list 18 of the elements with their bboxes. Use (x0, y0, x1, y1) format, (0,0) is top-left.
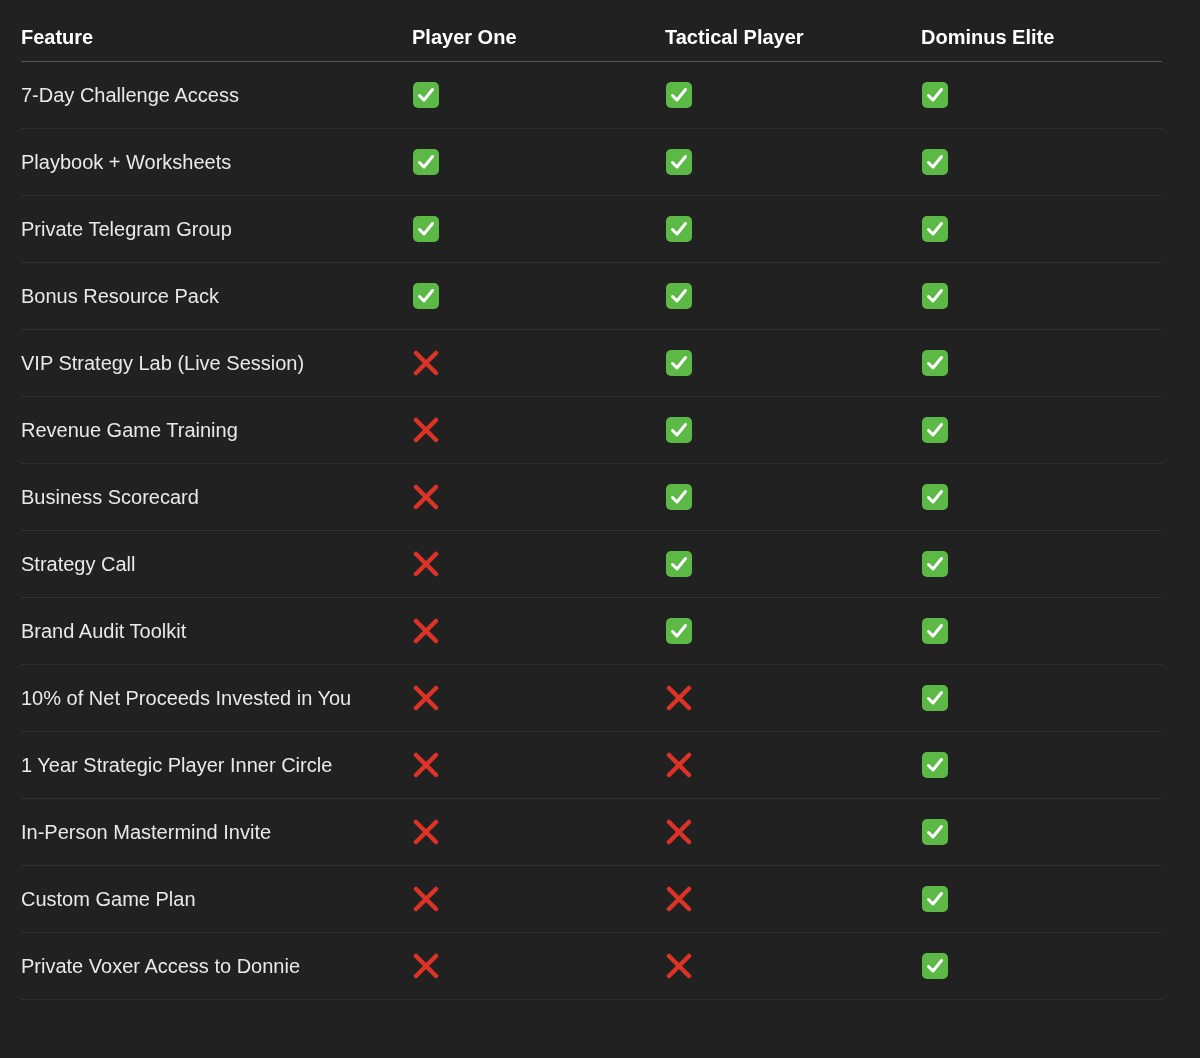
feature-label: 10% of Net Proceeds Invested in You (21, 686, 353, 711)
feature-label: Bonus Resource Pack (21, 284, 220, 309)
feature-label: Revenue Game Training (21, 418, 239, 443)
column-header: Tactical Player (665, 26, 804, 48)
feature-label: Private Telegram Group (21, 217, 233, 242)
column-header: Player One (412, 26, 517, 48)
feature-label: VIP Strategy Lab (Live Session) (21, 351, 306, 376)
feature-label: Brand Audit Toolkit (21, 619, 188, 644)
feature-label: Private Voxer Access to Donnie (21, 954, 302, 979)
feature-label: Playbook + Worksheets (21, 150, 233, 175)
column-header: Feature (21, 26, 94, 48)
column-header: Dominus Elite (921, 26, 1055, 48)
feature-label: Strategy Call (21, 552, 137, 577)
feature-label: Custom Game Plan (21, 887, 197, 912)
feature-label: In-Person Mastermind Invite (21, 820, 273, 845)
feature-label: 7-Day Challenge Access (21, 83, 240, 108)
feature-label: 1 Year Strategic Player Inner Circle (21, 753, 334, 778)
feature-label: Business Scorecard (21, 485, 200, 510)
